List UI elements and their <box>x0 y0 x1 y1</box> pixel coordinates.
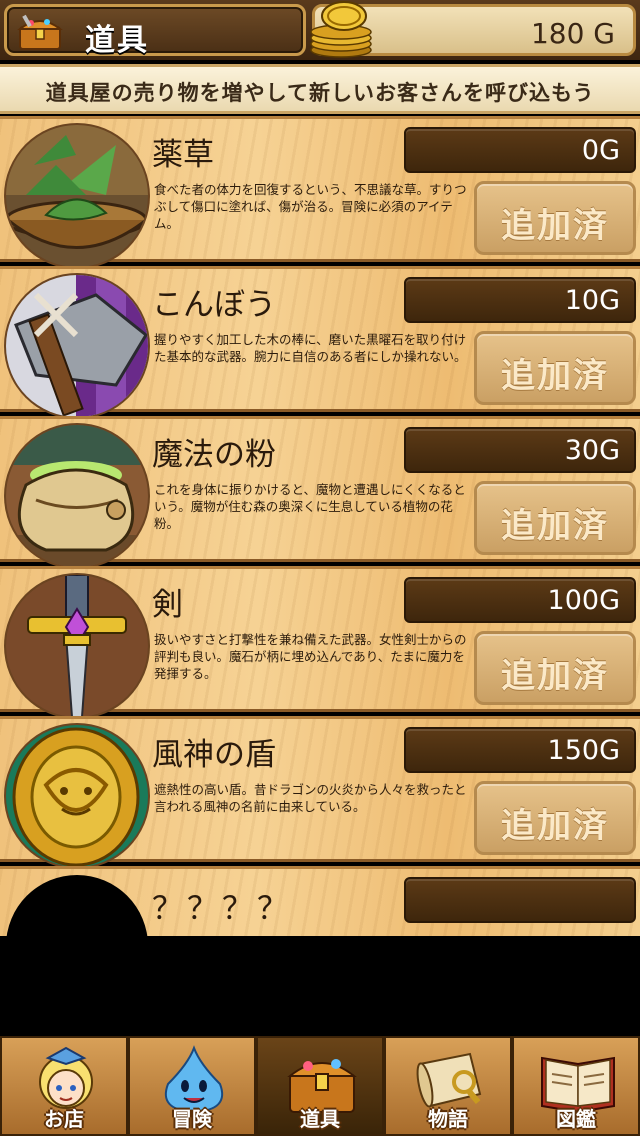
bottom-nav: お店 冒険 道具 物語 図鑑 <box>0 1036 640 1136</box>
nav-label: 図鑑 <box>556 1107 596 1131</box>
screen-title-panel: 道具 <box>4 4 306 58</box>
gold-coins-icon <box>310 1 372 58</box>
price-panel: 30G <box>404 427 636 473</box>
item-price: 10G <box>564 285 620 316</box>
item-name: 薬草 <box>152 137 214 173</box>
empty-area <box>0 936 640 1036</box>
item-name: 魔法の粉 <box>152 437 276 473</box>
price-panel: 0G <box>404 127 636 173</box>
item-price: 0G <box>581 135 620 166</box>
hint-banner: 道具屋の売り物を増やして新しいお客さんを呼び込もう <box>0 64 640 114</box>
item-name: ？？？？ <box>152 891 292 927</box>
added-button[interactable]: 追加済 <box>474 481 636 555</box>
nav-adventure-button[interactable]: 冒険 <box>128 1036 256 1136</box>
list-item[interactable]: 剣 100G 扱いやすさと打撃性を兼ね備えた武器。女性剣士からの評判も良い。魔石… <box>0 566 640 717</box>
added-button-label: 追加済 <box>501 506 609 546</box>
list-item[interactable]: こんぼう 10G 握りやすく加工した木の棒に、磨いた黒曜石を取り付けた基本的な武… <box>0 266 640 417</box>
item-price: 150G <box>547 735 620 766</box>
item-name: 風神の盾 <box>152 737 276 773</box>
item-description: 扱いやすさと打撃性を兼ね備えた武器。女性剣士からの評判も良い。魔石が柄に埋め込ん… <box>154 632 467 681</box>
treasure-chest-icon <box>17 14 63 50</box>
added-button-label: 追加済 <box>501 206 609 246</box>
added-button[interactable]: 追加済 <box>474 331 636 405</box>
screen-title: 道具 <box>85 23 149 58</box>
nav-label: 冒険 <box>172 1107 212 1131</box>
item-list[interactable]: 薬草 0G 食べた者の体力を回復するという、不思議な草。すりつぶして傷口に塗れば… <box>0 116 640 936</box>
added-button-label: 追加済 <box>501 356 609 396</box>
added-button[interactable]: 追加済 <box>474 181 636 255</box>
item-name: 剣 <box>152 587 183 623</box>
hint-text: 道具屋の売り物を増やして新しいお客さんを呼び込もう <box>45 81 595 105</box>
nav-items-button[interactable]: 道具 <box>256 1036 384 1136</box>
added-button-label: 追加済 <box>501 806 609 846</box>
top-bar: 道具 180 G <box>0 0 640 60</box>
price-panel: 150G <box>404 727 636 773</box>
list-item[interactable]: 薬草 0G 食べた者の体力を回復するという、不思議な草。すりつぶして傷口に塗れば… <box>0 116 640 267</box>
item-description: これを身体に振りかけると、魔物と遭遇しにくくなるという。魔物が住む森の奥深くに生… <box>154 482 466 531</box>
added-button[interactable]: 追加済 <box>474 631 636 705</box>
nav-label: 道具 <box>300 1107 340 1131</box>
powder-sack-icon <box>6 425 148 567</box>
price-panel: 10G <box>404 277 636 323</box>
club-axe-icon <box>6 275 148 417</box>
wind-shield-icon <box>6 725 148 867</box>
nav-story-button[interactable]: 物語 <box>384 1036 512 1136</box>
nav-label: 物語 <box>428 1107 468 1131</box>
herb-bowl-icon <box>6 125 148 267</box>
price-panel: 100G <box>404 577 636 623</box>
locked-silhouette-icon <box>6 875 148 936</box>
item-name: こんぼう <box>152 287 276 323</box>
nav-shop-button[interactable]: お店 <box>0 1036 128 1136</box>
price-panel <box>404 877 636 923</box>
sword-icon <box>6 575 148 717</box>
item-description: 食べた者の体力を回復するという、不思議な草。すりつぶして傷口に塗れば、傷が治る。… <box>154 182 467 231</box>
nav-encyclopedia-button[interactable]: 図鑑 <box>512 1036 640 1136</box>
added-button[interactable]: 追加済 <box>474 781 636 855</box>
list-item[interactable]: 魔法の粉 30G これを身体に振りかけると、魔物と遭遇しにくくなるという。魔物が… <box>0 416 640 567</box>
gold-amount: 180 G <box>530 17 615 50</box>
added-button-label: 追加済 <box>501 656 609 696</box>
item-description: 遮熱性の高い盾。昔ドラゴンの火炎から人々を救ったと言われる風神の名前に由来してい… <box>154 782 467 814</box>
list-item-locked[interactable]: ？？？？ <box>0 866 640 936</box>
nav-label: お店 <box>44 1107 84 1131</box>
list-item[interactable]: 風神の盾 150G 遮熱性の高い盾。昔ドラゴンの火炎から人々を救ったと言われる風… <box>0 716 640 867</box>
item-price: 100G <box>547 585 620 616</box>
item-price: 30G <box>564 435 620 466</box>
item-description: 握りやすく加工した木の棒に、磨いた黒曜石を取り付けた基本的な武器。腕力に自信のあ… <box>154 332 467 364</box>
